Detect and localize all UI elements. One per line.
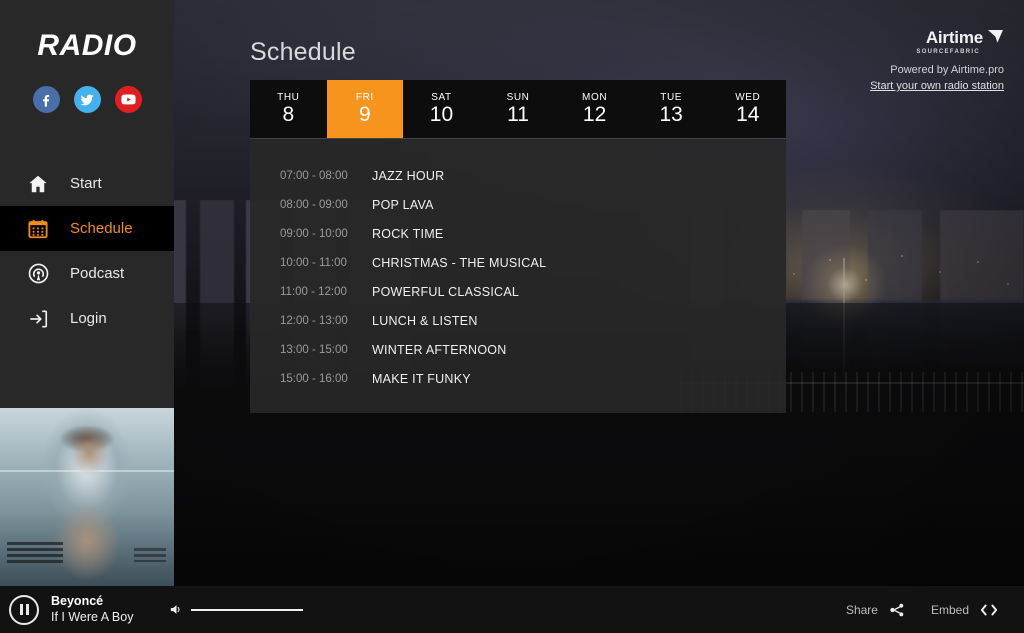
social-links <box>0 86 174 113</box>
day-tab-dow: MON <box>582 91 608 103</box>
facebook-icon[interactable] <box>32 86 60 113</box>
day-tab-dow: FRI <box>355 91 374 103</box>
player-bar: Beyoncé If I Were A Boy Share Embed <box>0 586 1024 633</box>
schedule-row[interactable]: 13:00 - 15:00 WINTER AFTERNOON <box>250 335 786 364</box>
day-tab[interactable]: TUE 13 <box>633 80 710 138</box>
twitter-icon[interactable] <box>73 86 101 113</box>
schedule-row[interactable]: 15:00 - 16:00 MAKE IT FUNKY <box>250 364 786 393</box>
sidebar-item-label: Start <box>70 175 102 192</box>
day-tab-day: 12 <box>582 102 607 126</box>
powered-by-text: Powered by Airtime.pro <box>890 64 1004 76</box>
youtube-icon[interactable] <box>114 86 142 113</box>
main-navigation: Start Schedule Podcast Login <box>0 161 174 341</box>
start-radio-station-link[interactable]: Start your own radio station <box>870 80 1004 92</box>
sidebar-item-label: Login <box>70 310 107 327</box>
day-tab-day: 8 <box>282 102 295 126</box>
embed-label: Embed <box>930 602 969 617</box>
now-playing-artist: Beyoncé <box>51 594 104 609</box>
schedule-row[interactable]: 09:00 - 10:00 ROCK TIME <box>250 219 786 248</box>
show-title: POWERFUL CLASSICAL <box>372 284 520 299</box>
share-label: Share <box>845 602 878 617</box>
show-time: 13:00 - 15:00 <box>280 343 348 356</box>
sidebar-item-label: Podcast <box>70 265 125 282</box>
home-icon <box>26 172 50 196</box>
now-playing: Beyoncé If I Were A Boy <box>51 594 133 625</box>
sidebar: RADIO Start Schedule Podcast Login <box>0 0 174 633</box>
main-content: Schedule Airtime SOURCEFABRIC Powered by… <box>174 0 1024 633</box>
day-tab-active[interactable]: FRI 9 <box>326 80 404 138</box>
schedule-row[interactable]: 12:00 - 13:00 LUNCH & LISTEN <box>250 306 786 335</box>
art-text-right <box>134 548 166 562</box>
sidebar-item-schedule[interactable]: Schedule <box>0 206 174 251</box>
day-tab-day: 10 <box>429 102 454 126</box>
show-title: POP LAVA <box>372 197 434 212</box>
day-tab-dow: WED <box>735 91 761 103</box>
sidebar-item-start[interactable]: Start <box>0 161 174 206</box>
schedule-row[interactable]: 08:00 - 09:00 POP LAVA <box>250 190 786 219</box>
day-tab[interactable]: SAT 10 <box>403 80 480 138</box>
airtime-logo: Airtime <box>870 28 1004 48</box>
day-tab-dow: SUN <box>506 91 530 103</box>
pause-button[interactable] <box>9 594 39 625</box>
sidebar-item-label: Schedule <box>70 220 133 237</box>
schedule-row[interactable]: 07:00 - 08:00 JAZZ HOUR <box>250 161 786 190</box>
volume-control[interactable] <box>169 602 304 617</box>
show-title: MAKE IT FUNKY <box>372 371 471 386</box>
art-text-left <box>7 542 63 564</box>
day-tab[interactable]: MON 12 <box>556 80 633 138</box>
airtime-branding: Airtime SOURCEFABRIC Powered by Airtime.… <box>870 28 1004 94</box>
code-icon <box>980 603 998 617</box>
sidebar-item-podcast[interactable]: Podcast <box>0 251 174 296</box>
show-time: 15:00 - 16:00 <box>280 372 348 385</box>
show-time: 08:00 - 09:00 <box>280 198 348 211</box>
volume-icon[interactable] <box>169 602 184 617</box>
schedule-row[interactable]: 10:00 - 11:00 CHRISTMAS - THE MUSICAL <box>250 248 786 277</box>
show-title: WINTER AFTERNOON <box>372 342 507 357</box>
calendar-icon <box>26 217 50 241</box>
show-title: JAZZ HOUR <box>372 168 445 183</box>
embed-button[interactable]: Embed <box>931 603 998 617</box>
show-time: 11:00 - 12:00 <box>280 285 347 298</box>
pause-bar <box>25 604 29 615</box>
day-tab[interactable]: WED 14 <box>709 80 786 138</box>
day-tab-day: 11 <box>507 102 529 126</box>
page-title: Schedule <box>250 38 356 66</box>
show-title: ROCK TIME <box>372 226 444 241</box>
show-title: CHRISTMAS - THE MUSICAL <box>372 255 547 270</box>
day-tab[interactable]: THU 8 <box>250 80 327 138</box>
now-playing-track: If I Were A Boy <box>51 609 134 624</box>
day-tab-dow: SAT <box>431 91 452 103</box>
share-icon <box>889 602 905 618</box>
schedule-row[interactable]: 11:00 - 12:00 POWERFUL CLASSICAL <box>250 277 786 306</box>
show-title: LUNCH & LISTEN <box>372 313 478 328</box>
podcast-icon <box>26 262 50 286</box>
sourcefabric-label: SOURCEFABRIC <box>916 49 980 55</box>
day-tab-day: 9 <box>359 102 371 126</box>
share-button[interactable]: Share <box>846 602 905 618</box>
day-tab-dow: TUE <box>660 91 683 103</box>
show-time: 12:00 - 13:00 <box>280 314 348 327</box>
show-time: 09:00 - 10:00 <box>280 227 348 240</box>
day-tab-day: 13 <box>659 102 683 126</box>
schedule-list: 07:00 - 08:00 JAZZ HOUR 08:00 - 09:00 PO… <box>250 139 786 393</box>
airtime-chevron-icon <box>987 28 1004 48</box>
day-tab-day: 14 <box>736 102 760 126</box>
pause-bar <box>19 604 23 615</box>
schedule-panel: 07:00 - 08:00 JAZZ HOUR 08:00 - 09:00 PO… <box>250 138 786 413</box>
day-tabs: THU 8 FRI 9 SAT 10 SUN 11 MON 12 TUE 13 <box>250 80 786 138</box>
day-tab-dow: THU <box>277 91 300 103</box>
album-art <box>0 408 174 586</box>
login-icon <box>26 307 50 331</box>
show-time: 07:00 - 08:00 <box>280 169 348 182</box>
sidebar-item-login[interactable]: Login <box>0 296 174 341</box>
day-tab[interactable]: SUN 11 <box>480 80 557 138</box>
show-time: 10:00 - 11:00 <box>280 256 347 269</box>
airtime-logo-text: Airtime <box>925 28 983 47</box>
volume-slider[interactable] <box>191 608 304 611</box>
station-logo[interactable]: RADIO <box>0 0 174 92</box>
radio-station-page: RADIO Start Schedule Podcast Login Sched… <box>0 0 1024 633</box>
